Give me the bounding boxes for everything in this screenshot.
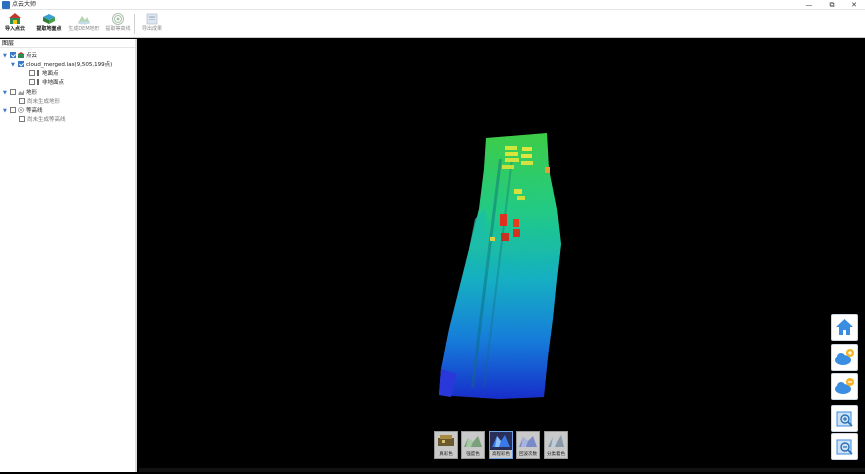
close-button[interactable]: ✕ <box>843 0 865 10</box>
export-result-icon <box>146 13 158 25</box>
layer-checkbox[interactable] <box>19 97 25 104</box>
layer-checkbox[interactable] <box>29 78 35 85</box>
tree-label: 点云 <box>26 53 38 59</box>
layer-checkbox[interactable] <box>10 106 16 113</box>
generate-dem-button[interactable]: 生成DEM地形 <box>67 11 101 37</box>
pointcloud-render[interactable] <box>139 39 865 472</box>
pointcloud-layer-icon <box>18 51 24 58</box>
tree-node-terrain-empty[interactable]: 尚未生成地形 <box>19 97 61 107</box>
home-view-button[interactable] <box>831 314 858 341</box>
elevation-color-icon <box>490 432 512 450</box>
expand-arrow-icon[interactable]: ▼ <box>3 89 10 98</box>
intensity-color-icon <box>464 436 482 447</box>
minimize-button[interactable]: — <box>798 0 820 10</box>
zoom-out-icon <box>836 439 853 455</box>
3d-viewport[interactable] <box>139 39 865 472</box>
layers-panel: 图层 ▼ 点云 ▼ cloud_merged.las(9,505,199点) 地面点… <box>0 39 137 472</box>
cloud-add-button[interactable] <box>831 344 858 371</box>
tree-label: 尚未生成地形 <box>27 99 61 105</box>
classification-color-button[interactable]: 分类着色 <box>544 431 568 459</box>
classification-color-icon <box>548 435 564 447</box>
layer-checkbox[interactable] <box>18 60 24 67</box>
layer-color-icon <box>37 69 39 76</box>
extract-contour-button[interactable]: 提取等高线 <box>103 11 133 37</box>
tree-node-nonground-points[interactable]: 非地面点 <box>29 78 65 88</box>
import-pointcloud-icon <box>9 13 21 24</box>
tree-label: 尚未生成等高线 <box>27 117 66 123</box>
toolbar-divider <box>134 14 135 34</box>
generate-dem-icon <box>78 16 90 25</box>
return-number-button[interactable]: 回波次数 <box>516 431 540 459</box>
terrain-layer-icon <box>18 89 24 95</box>
layer-checkbox[interactable] <box>19 115 25 122</box>
zoom-out-button[interactable] <box>831 433 858 460</box>
layer-checkbox[interactable] <box>10 51 16 58</box>
tree-label: 地面点 <box>42 71 59 77</box>
status-bar <box>139 468 865 472</box>
extract-ground-icon <box>43 14 55 24</box>
expand-arrow-icon[interactable]: ▼ <box>3 107 10 116</box>
window-title: 点云大师 <box>12 1 37 8</box>
extract-contour-icon <box>112 13 124 25</box>
render-mode-label: 分类着色 <box>547 452 565 457</box>
cloud-remove-icon <box>835 378 854 394</box>
cloud-add-icon <box>835 349 854 365</box>
generate-dem-label: 生成DEM地形 <box>68 26 100 32</box>
tree-label: 等高线 <box>26 108 43 114</box>
layer-checkbox[interactable] <box>10 88 16 95</box>
home-view-icon <box>836 319 853 335</box>
export-result-button[interactable]: 导出成果 <box>139 11 165 37</box>
true-color-icon <box>438 435 454 446</box>
zoom-in-icon <box>836 411 853 427</box>
true-color-button[interactable]: 真彩色 <box>434 431 458 459</box>
layers-panel-title: 图层 <box>0 39 135 48</box>
render-mode-label: 强度色 <box>466 452 480 457</box>
main-toolbar: 导入点云 提取地面点 生成DEM地形 提取等高线 导出成果 <box>0 10 865 38</box>
expand-arrow-icon[interactable]: ▼ <box>3 52 10 61</box>
expand-arrow-icon[interactable]: ▼ <box>11 61 18 70</box>
pointcloud-strip <box>439 133 561 399</box>
tree-label: 非地面点 <box>42 80 65 86</box>
contour-layer-icon <box>18 106 24 113</box>
extract-ground-button[interactable]: 提取地面点 <box>33 11 65 37</box>
elevation-color-button[interactable]: 高程彩色 <box>489 431 513 459</box>
tree-label: cloud_merged.las(9,505,199点) <box>26 62 113 68</box>
app-logo-icon <box>2 1 10 9</box>
tree-node-contours-empty[interactable]: 尚未生成等高线 <box>19 115 66 125</box>
layer-color-icon <box>37 78 39 85</box>
export-result-label: 导出成果 <box>141 26 162 32</box>
extract-ground-label: 提取地面点 <box>36 26 62 32</box>
app-window: 点云大师 — ⧉ ✕ 导入点云 提取地面点 生成DEM地形 提取等高线 导出成果… <box>0 0 865 472</box>
tree-node-cloud-file[interactable]: ▼ cloud_merged.las(9,505,199点) <box>11 60 113 70</box>
layer-checkbox[interactable] <box>29 69 35 76</box>
cloud-remove-button[interactable] <box>831 373 858 400</box>
extract-contour-label: 提取等高线 <box>105 26 131 32</box>
render-mode-label: 高程彩色 <box>492 452 510 457</box>
render-mode-label: 真彩色 <box>439 452 453 457</box>
zoom-in-button[interactable] <box>831 405 858 432</box>
return-number-icon <box>519 436 537 447</box>
import-pointcloud-button[interactable]: 导入点云 <box>2 11 28 37</box>
title-bar: 点云大师 — ⧉ ✕ <box>0 0 865 10</box>
render-mode-label: 回波次数 <box>519 452 537 457</box>
restore-button[interactable]: ⧉ <box>821 0 843 10</box>
intensity-color-button[interactable]: 强度色 <box>461 431 485 459</box>
tree-label: 地形 <box>26 90 38 96</box>
import-pointcloud-label: 导入点云 <box>4 26 25 32</box>
